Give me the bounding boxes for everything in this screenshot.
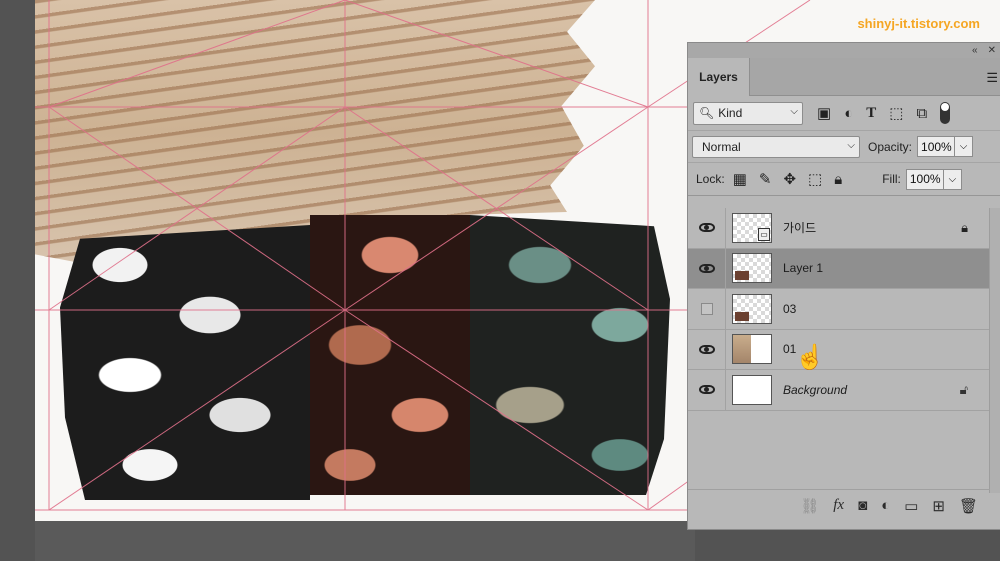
layer-row-layer-1[interactable]: Layer 1 <box>688 248 990 289</box>
layer-thumbnail <box>732 253 772 284</box>
panel-menu-icon[interactable]: ☰ <box>986 70 998 86</box>
filter-icons: ▣ ◐ T ⬚ ⧉ <box>817 102 951 124</box>
blend-row: Normal ⌵ Opacity: 100% ⌵ <box>688 130 1000 162</box>
lock-row: Lock: ▦ ✎ ✥ ⬚ 🔒︎ Fill: 100% ⌵ <box>688 162 1000 196</box>
eye-icon <box>698 223 715 233</box>
adjustment-icon[interactable]: ◐ <box>881 497 890 514</box>
layer-thumbnail <box>732 374 772 405</box>
mask-icon[interactable]: ◙ <box>858 497 867 514</box>
lock-image-pixels-icon[interactable]: ✎ <box>759 170 772 188</box>
layer-name[interactable]: 03 <box>783 302 796 316</box>
kind-filter-label: Kind <box>718 106 743 120</box>
opacity-chevron-icon[interactable]: ⌵ <box>955 136 974 157</box>
filter-toggle-icon[interactable] <box>940 102 951 124</box>
thumbnail-content <box>733 335 751 364</box>
opacity-label: Opacity: <box>868 139 913 154</box>
kind-filter-select[interactable]: 🔍︎ Kind ⌵ <box>693 101 803 125</box>
adjustment-filter-icon[interactable]: ◐ <box>844 105 853 122</box>
blend-mode-value: Normal <box>702 139 741 154</box>
layer-list: ▭ 가이드 🔒︎ Layer 1 03 01 Background 🔓︎ <box>688 208 990 411</box>
fill-label: Fill: <box>882 172 901 186</box>
link-icon[interactable]: ⛓ <box>800 497 819 515</box>
lock-icon[interactable]: 🔓︎ <box>960 382 968 398</box>
lock-transparent-pixels-icon[interactable]: ▦ <box>733 170 747 188</box>
coffee-beans-teal-section <box>470 215 670 495</box>
layer-row-03[interactable]: 03 <box>688 289 990 330</box>
thumbnail-content <box>735 311 749 321</box>
eye-icon <box>698 344 715 354</box>
smart-object-filter-icon[interactable]: ⧉ <box>916 105 927 122</box>
layer-row-background[interactable]: Background 🔓︎ <box>688 370 990 411</box>
lock-icon[interactable]: 🔒︎ <box>961 220 968 236</box>
hidden-eye-icon <box>700 302 713 315</box>
panel-tab-row: Layers ☰ <box>688 58 1000 96</box>
layers-panel[interactable]: « ✕ Layers ☰ 🔍︎ Kind ⌵ ▣ ◐ T ⬚ ⧉ Normal … <box>687 42 1000 530</box>
visibility-toggle[interactable] <box>688 289 726 329</box>
watermark-text: shinyj-it.tistory.com <box>857 16 980 31</box>
visibility-toggle[interactable] <box>688 248 726 288</box>
coffee-beans-gray-section <box>60 225 310 500</box>
eye-icon <box>698 385 715 395</box>
lock-all-icon[interactable]: 🔒︎ <box>834 171 842 188</box>
chevron-down-icon: ⌵ <box>847 139 855 151</box>
close-icon[interactable]: ✕ <box>988 45 996 56</box>
tab-layers[interactable]: Layers <box>688 58 750 96</box>
layer-list-scrollbar[interactable] <box>989 208 1000 493</box>
coffee-beans-warm-section <box>310 215 470 495</box>
layer-row-guide[interactable]: ▭ 가이드 🔒︎ <box>688 208 990 249</box>
lock-position-icon[interactable]: ✥ <box>783 170 796 188</box>
collapse-icon[interactable]: « <box>972 45 978 56</box>
shape-filter-icon[interactable]: ⬚ <box>889 104 903 122</box>
folder-icon[interactable]: ▭ <box>904 497 918 515</box>
type-filter-icon[interactable]: T <box>866 105 876 122</box>
visibility-toggle[interactable] <box>688 329 726 369</box>
layer-name[interactable]: Background <box>783 383 847 397</box>
panel-topbar: « ✕ <box>688 43 1000 58</box>
pasteboard <box>35 521 695 561</box>
layer-name[interactable]: 가이드 <box>783 219 816 236</box>
layer-thumbnail: ▭ <box>732 212 772 243</box>
layer-name[interactable]: Layer 1 <box>783 261 823 275</box>
eye-icon <box>698 263 715 273</box>
fill-input[interactable]: 100% <box>905 168 944 190</box>
layer-row-01[interactable]: 01 <box>688 329 990 370</box>
opacity-input[interactable]: 100% <box>917 136 956 157</box>
filter-row: 🔍︎ Kind ⌵ ▣ ◐ T ⬚ ⧉ <box>688 96 1000 130</box>
layer-thumbnail <box>732 334 772 365</box>
panel-footer: ⛓ fx ◙ ◐ ▭ ⊞ 🗑︎ <box>688 489 990 521</box>
trash-icon[interactable]: 🗑︎ <box>959 497 978 515</box>
lock-label: Lock: <box>696 172 725 186</box>
new-layer-icon[interactable]: ⊞ <box>932 497 945 515</box>
visibility-toggle[interactable] <box>688 370 726 410</box>
lock-artboard-icon[interactable]: ⬚ <box>808 170 822 188</box>
chevron-down-icon: ⌵ <box>790 105 798 117</box>
fx-icon[interactable]: fx <box>833 497 844 514</box>
image-filter-icon[interactable]: ▣ <box>817 104 831 122</box>
blend-mode-select[interactable]: Normal ⌵ <box>692 135 860 158</box>
lock-icons: ▦ ✎ ✥ ⬚ 🔒︎ <box>733 170 843 189</box>
search-icon: 🔍︎ <box>699 106 715 120</box>
thumbnail-content <box>735 271 749 281</box>
layer-thumbnail <box>732 293 772 324</box>
smart-object-icon: ▭ <box>758 227 770 241</box>
hand-cursor-icon: ☝ <box>795 344 825 371</box>
fill-chevron-icon[interactable]: ⌵ <box>943 168 962 190</box>
visibility-toggle[interactable] <box>688 208 726 248</box>
